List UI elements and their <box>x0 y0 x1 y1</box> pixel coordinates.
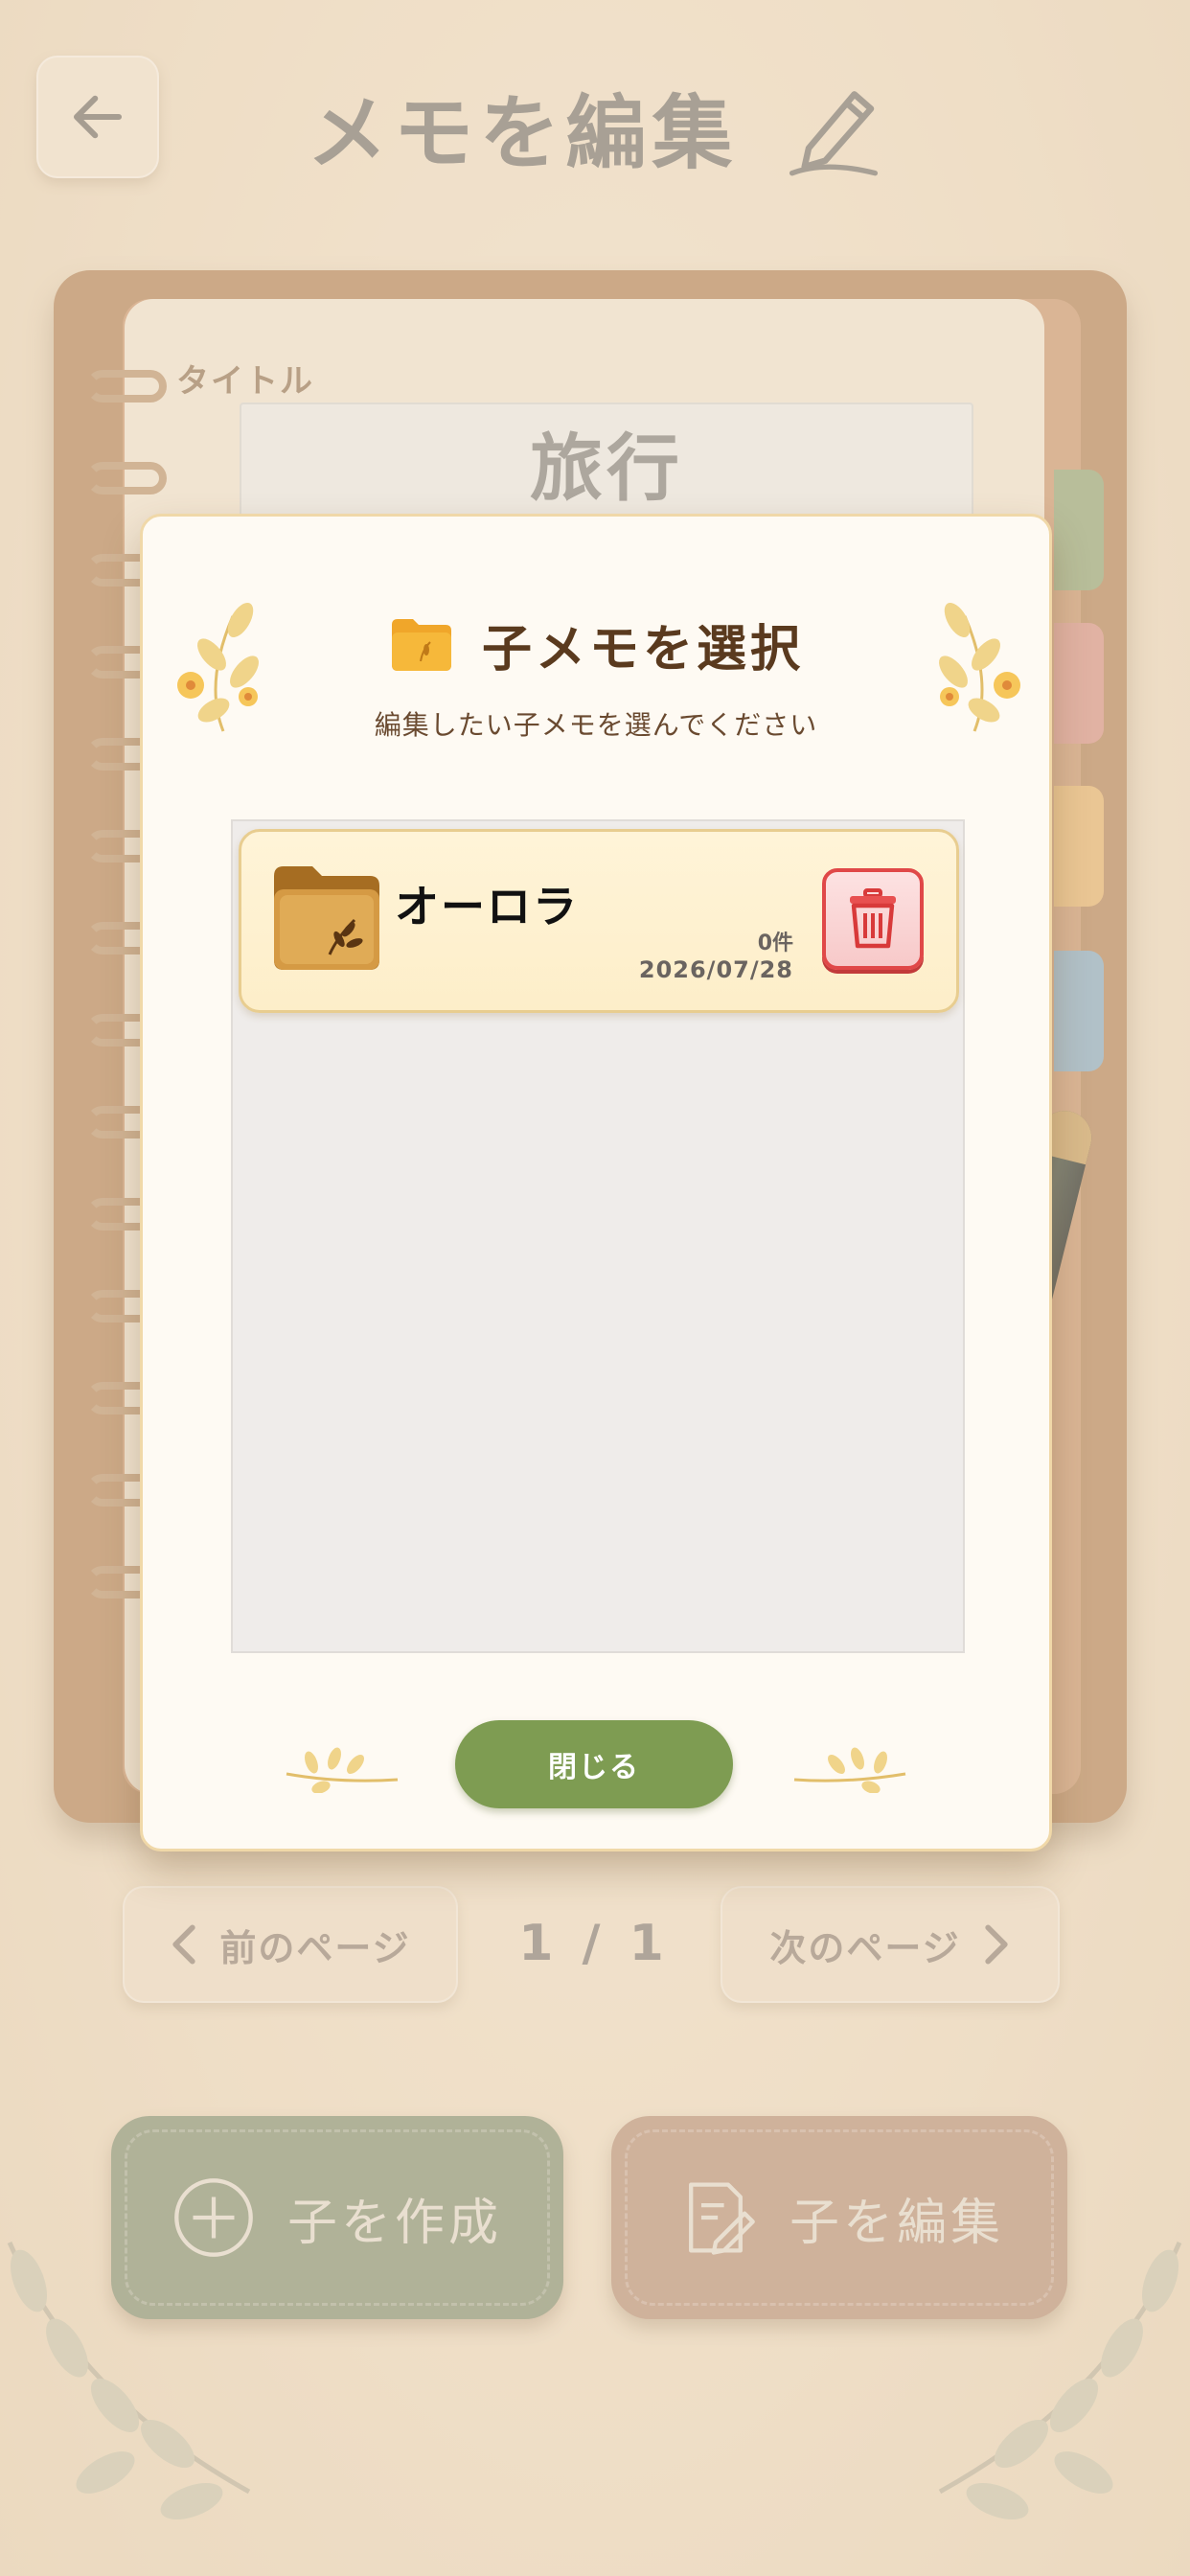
leaf-sprig-right-decoration <box>793 1747 906 1793</box>
trash-icon <box>850 888 896 949</box>
dialog-title: 子メモを選択 <box>481 621 804 678</box>
folder-icon <box>391 618 451 671</box>
child-memo-list[interactable]: オーロラ 0件 2026/07/28 <box>231 819 965 1653</box>
dialog-subtitle: 編集したい子メモを選んでください <box>374 709 818 741</box>
list-item[interactable]: オーロラ 0件 2026/07/28 <box>239 829 959 1013</box>
leaf-sprig-left-decoration <box>286 1747 399 1793</box>
memo-name: オーロラ <box>395 881 579 932</box>
folder-icon <box>274 866 379 970</box>
dialog-header: 子メモを選択 <box>143 609 1049 680</box>
delete-button[interactable] <box>822 868 924 970</box>
child-memo-select-dialog: 子メモを選択 編集したい子メモを選んでください オーロラ 0件 2026/07/… <box>140 514 1052 1852</box>
memo-date: 2026/07/28 <box>638 956 793 983</box>
close-button[interactable]: 閉じる <box>455 1720 733 1808</box>
memo-count: 0件 <box>757 932 793 955</box>
